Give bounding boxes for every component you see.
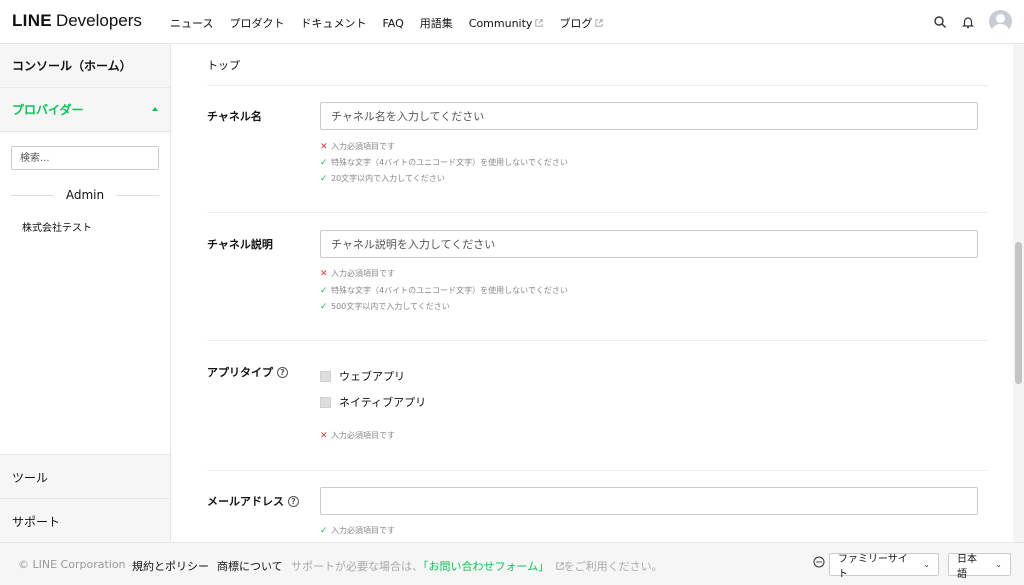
sidebar-item-support[interactable]: サポート [0,498,170,542]
divider [11,194,54,196]
sidebar-item-tools[interactable]: ツール [0,454,170,498]
check-icon: ✓ [320,157,328,168]
divider [116,194,159,196]
nav-glossary[interactable]: 用語集 [420,15,453,31]
header-icons [933,10,1012,33]
main-nav: ニュース プロダクト ドキュメント FAQ 用語集 Community ブログ [170,15,604,31]
app-type-web-option[interactable]: ウェブアプリ [320,368,405,384]
validation-length: ✓ 20文字以内で入力してください [320,173,445,184]
app-type-label: アプリタイプ? [207,364,288,380]
sidebar-item-console-home[interactable]: コンソール（ホーム） [0,44,170,88]
provider-search-input[interactable] [11,146,159,170]
nav-products[interactable]: プロダクト [229,15,284,31]
divider [207,85,987,86]
validation-required: ✕ 入力必須項目です [320,268,395,279]
external-link-icon [595,19,604,27]
validation-required: ✕ 入力必須項目です [320,430,395,441]
trademark-link[interactable]: 商標について [217,558,283,574]
divider [207,212,987,213]
scrollbar-thumb[interactable] [1015,242,1022,384]
external-link-icon [556,562,564,570]
nav-blog[interactable]: ブログ [559,15,604,31]
chevron-down-icon: ⌄ [923,560,930,569]
validation-required: ✓ 入力必須項目です [320,525,395,536]
avatar[interactable] [989,10,1012,33]
divider [207,340,987,341]
logo-line: LINE [12,11,52,30]
search-icon[interactable] [933,15,947,29]
provider-group-admin: Admin [11,188,159,202]
nav-news[interactable]: ニュース [170,15,213,31]
x-mark-icon: ✕ [320,141,328,152]
validation-required: ✕ 入力必須項目です [320,141,395,152]
validation-length: ✓ 500文字以内で入力してください [320,301,450,312]
nav-documents[interactable]: ドキュメント [300,15,366,31]
copyright: © LINE Corporation [18,558,126,571]
top-header: LINE Developers ニュース プロダクト ドキュメント FAQ 用語集… [0,0,1024,44]
chevron-down-icon: ⌄ [995,560,1002,569]
channel-name-input[interactable] [320,102,978,130]
app-type-native-option[interactable]: ネイティブアプリ [320,394,426,410]
validation-special-chars: ✓ 特殊な文字（4バイトのユニコード文字）を使用しないでください [320,285,568,296]
caret-up-icon [152,107,158,111]
email-input[interactable] [320,487,978,515]
nav-community[interactable]: Community [469,15,544,31]
channel-desc-label: チャネル説明 [207,238,273,251]
breadcrumb[interactable]: トップ [207,57,240,73]
help-icon[interactable]: ? [277,366,288,378]
logo-developers: Developers [55,11,142,30]
x-mark-icon: ✕ [320,430,328,441]
terms-link[interactable]: 規約とポリシー [132,558,209,574]
check-icon: ✓ [320,525,328,536]
sidebar-item-providers[interactable]: プロバイダー [0,88,170,132]
scrollbar[interactable] [1013,44,1024,542]
language-select[interactable]: 日本語 ⌄ [948,553,1011,580]
main-content: トップ チャネル名 ✕入力必須項目です ✓特殊な文字（4バイトのユニコード文字）… [171,44,1013,542]
sidebar: コンソール（ホーム） プロバイダー Admin 株式会社テスト ツール サポート [0,44,171,542]
sidebar-item-company[interactable]: 株式会社テスト [22,219,92,234]
check-icon: ✓ [320,173,328,184]
checkbox[interactable] [320,370,331,382]
chat-help-icon[interactable] [813,556,825,568]
check-icon: ✓ [320,301,328,312]
divider [207,470,987,471]
checkbox[interactable] [320,396,331,408]
footer: © LINE Corporation 規約とポリシー 商標について サポートが必… [0,542,1024,585]
x-mark-icon: ✕ [320,268,328,279]
line-developers-logo[interactable]: LINE Developers [12,11,142,31]
contact-form-link[interactable]: 「お問い合わせフォーム」 [423,560,549,573]
external-link-icon [535,19,544,27]
support-note: サポートが必要な場合は、「お問い合わせフォーム」 をご利用ください。 [291,560,663,573]
group-label: Admin [65,188,105,202]
validation-special-chars: ✓ 特殊な文字（4バイトのユニコード文字）を使用しないでください [320,157,568,168]
email-label: メールアドレス? [207,493,299,509]
channel-name-label: チャネル名 [207,110,262,123]
nav-faq[interactable]: FAQ [382,15,403,31]
family-site-select[interactable]: ファミリーサイト ⌄ [829,553,939,580]
check-icon: ✓ [320,285,328,296]
channel-desc-input[interactable] [320,230,978,258]
help-icon[interactable]: ? [288,495,299,507]
bell-icon[interactable] [961,15,975,29]
